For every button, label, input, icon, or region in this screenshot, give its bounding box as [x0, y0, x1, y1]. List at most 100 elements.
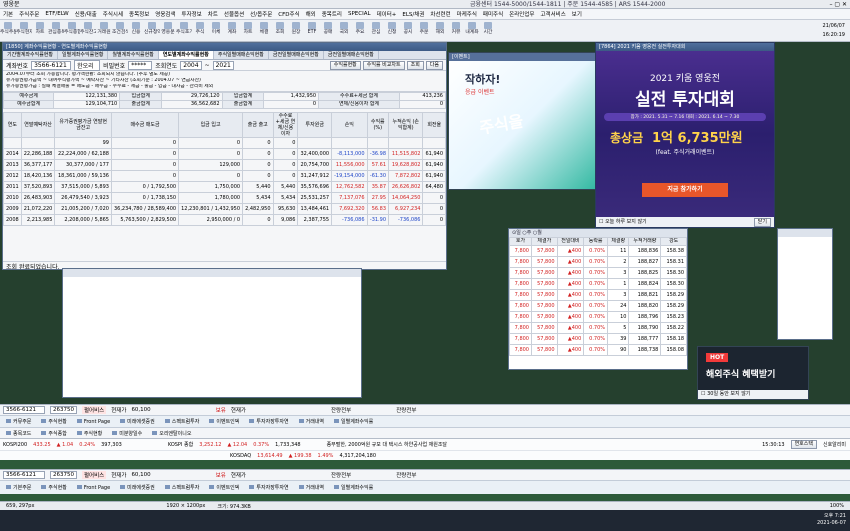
toolbar-button-4[interactable]: 주식종합 [64, 20, 80, 41]
toolbar-button-11[interactable]: 주식호가 [176, 20, 192, 41]
query-button-2[interactable]: 조회 [406, 60, 424, 70]
quick-item-5[interactable]: 이벤트인덱 [209, 484, 239, 491]
toolbar-button-5[interactable]: 주식잔고 [80, 20, 96, 41]
orderbook-row[interactable]: 7,800 57,800 ▲400 0.70% 3 188,821 158.29 [509, 289, 687, 301]
quick-item-0[interactable]: 기본주문 [6, 484, 31, 491]
menu-item-3[interactable]: 신용/대출 [72, 10, 100, 18]
query-button-3[interactable]: 다음 [425, 60, 443, 70]
toolbar-button-18[interactable]: 원장 [288, 20, 304, 41]
toolbar-button-23[interactable]: 관심 [368, 20, 384, 41]
toolbar-button-2[interactable]: 차트 [32, 20, 48, 41]
table-row[interactable]: 2009 21,072,220 21,005,200 / 7,020 36,234,7… [3, 203, 446, 215]
toolbar-button-21[interactable]: 국외 [336, 20, 352, 41]
menu-item-16[interactable]: ELS/채권 [399, 10, 427, 18]
table-row[interactable]: 2013 36,377,177 30,377,000 / 177 0 129,000 0 0… [3, 159, 446, 171]
menu-item-7[interactable]: 투자정보 [179, 10, 205, 18]
menu-item-6[interactable]: 영웅검색 [152, 10, 178, 18]
event-close-button[interactable]: 닫기 [753, 218, 771, 227]
toolbar-button-25[interactable]: 공시 [400, 20, 416, 41]
menu-item-9[interactable]: 선물옵션 [221, 10, 247, 18]
tab-1[interactable]: 일별계좌수익률현황 [58, 51, 109, 59]
quick-item-4[interactable]: 스펙트럼투자 [164, 484, 199, 491]
promo-window[interactable]: [이벤트] 작하자! 응급 이벤트 주식을 [448, 52, 596, 190]
menu-item-4[interactable]: 주식시세 [100, 10, 126, 18]
menu-item-12[interactable]: 해외 [303, 10, 319, 18]
tab-5[interactable]: 금전일별매매손익현황 [269, 51, 324, 59]
table-row[interactable]: 2012 18,420,136 18,361,000 / 59,136 0 0 0 0 31,… [3, 170, 446, 182]
toolbar-button-24[interactable]: 신청 [384, 20, 400, 41]
menu-item-0[interactable]: 기본 [0, 10, 16, 18]
password-input[interactable]: ***** [128, 60, 153, 70]
account-input[interactable]: 3566-6121 [31, 60, 72, 70]
toolbar-button-17[interactable]: 조회 [272, 20, 288, 41]
query-button-1[interactable]: 수익률 비교차트 [362, 60, 405, 70]
quick-item-4[interactable]: 오리엔탈이니오 [152, 430, 191, 437]
quick-item-3[interactable]: 미래에셋증권 [120, 418, 155, 425]
quick-item-1[interactable]: 주식종합 [41, 430, 67, 437]
table-row[interactable]: 2008 2,213,985 2,208,000 / 5,865 5,763,500 … [3, 214, 446, 226]
orderbook-row[interactable]: 7,800 57,800 ▲400 0.70% 1 188,824 158.30 [509, 278, 687, 290]
toolbar-button-27[interactable]: 해외 [432, 20, 448, 41]
menu-item-19[interactable]: 패미주식 [480, 10, 506, 18]
orderbook-row[interactable]: 7,800 57,800 ▲400 0.70% 11 188,836 158.38 [509, 245, 687, 257]
quick-item-7[interactable]: 거래내역 [298, 484, 324, 491]
quick-item-2[interactable]: 주식현황 [76, 430, 102, 437]
table-row[interactable]: 2014 22,286,188 22,224,000 / 62,188 0 0 0 0 32,… [3, 148, 446, 160]
menu-item-8[interactable]: 차트 [205, 10, 221, 18]
toolbar-button-9[interactable]: 신규청약 [144, 20, 160, 41]
menu-item-21[interactable]: 고객서비스 [537, 10, 568, 18]
orderbook-row[interactable]: 7,800 57,800 ▲400 0.70% 10 188,796 158.23 [509, 311, 687, 323]
toolbar-button-8[interactable]: 신용 [128, 20, 144, 41]
menu-item-18[interactable]: 마케주식 [454, 10, 480, 18]
menu-item-20[interactable]: 온라인업무 [506, 10, 537, 18]
orderbook-window[interactable]: ⊙일 ○주 ○월 호가 체결가 전일대비 등락률 체결량 누적거래량 강도 7,800 57,… [508, 228, 688, 370]
menu-item-5[interactable]: 종목정보 [126, 10, 152, 18]
quick-item-3[interactable]: 미래에셋증권 [120, 484, 155, 491]
toolbar-button-15[interactable]: 차트 [240, 20, 256, 41]
year-to-input[interactable]: 2021 [212, 60, 234, 70]
menu-item-14[interactable]: SPECIAL [345, 11, 374, 17]
side-list-window[interactable] [777, 228, 833, 340]
table-row[interactable]: 2011 37,520,893 37,515,000 / 5,893 0 / 1,79… [3, 181, 446, 193]
order-code-input[interactable]: 263750 [50, 406, 77, 414]
toolbar-button-13[interactable]: 이체 [208, 20, 224, 41]
event-window[interactable]: [7864] 2021 키움 영웅전 실전투자대회 2021 키움 영웅전 실전… [595, 42, 775, 228]
quick-item-1[interactable]: 주식현황 [41, 484, 67, 491]
quick-item-0[interactable]: 종목코드 [6, 430, 31, 437]
quick-item-7[interactable]: 거래내역 [298, 418, 324, 425]
menu-item-15[interactable]: 데이터+ [374, 10, 400, 18]
order2-account-input[interactable]: 3566-6121 [3, 471, 45, 479]
quick-item-2[interactable]: Front Page [76, 418, 110, 425]
news-headline[interactable]: 종부펄한, 2000억원 규모 대 택시스 하얀공사업 재원조달 [327, 441, 447, 448]
toolbar-button-14[interactable]: 계좌 [224, 20, 240, 41]
quick-item-8[interactable]: 일별계좌수익률 [334, 418, 373, 425]
news-button[interactable]: 연호스택 [790, 440, 817, 449]
quick-item-6[interactable]: 투자자장투자연 [249, 418, 289, 425]
toolbar-button-30[interactable]: 시간 [480, 20, 496, 41]
orderbook-row[interactable]: 7,800 57,800 ▲400 0.70% 24 188,820 158.29 [509, 300, 687, 312]
menu-item-11[interactable]: CFD주식 [275, 10, 302, 18]
table-row[interactable]: 2010 26,483,903 26,479,540 / 3,923 0 / 1,73… [3, 192, 446, 204]
toolbar-button-16[interactable]: 체결 [256, 20, 272, 41]
quick-item-5[interactable]: 이벤트인덱 [209, 418, 239, 425]
menu-item-1[interactable]: 주식주문 [16, 10, 42, 18]
quick-item-0[interactable]: 커뮤주문 [6, 418, 31, 425]
event-cta-button[interactable]: 지금 참가하기 [642, 183, 728, 197]
toolbar-button-12[interactable]: 주식 [192, 20, 208, 41]
toolbar-button-0[interactable]: 주식주문 [0, 20, 16, 41]
toolbar-button-10[interactable]: 영웅문 [160, 20, 176, 41]
toolbar-button-29[interactable]: 내계좌 [464, 20, 480, 41]
quick-item-6[interactable]: 투자자장투자연 [249, 484, 289, 491]
toolbar-button-19[interactable]: ETF [304, 20, 320, 41]
quick-item-2[interactable]: Front Page [76, 484, 110, 491]
quick-item-3[interactable]: 미분양일수 [112, 430, 142, 437]
toolbar-button-22[interactable]: 주요 [352, 20, 368, 41]
quick-item-4[interactable]: 스펙트럼투자 [164, 418, 199, 425]
menu-item-17[interactable]: 차선련런 [427, 10, 453, 18]
orderbook-row[interactable]: 7,800 57,800 ▲400 0.70% 39 188,777 158.18 [509, 333, 687, 345]
quick-item-1[interactable]: 주식현황 [41, 418, 67, 425]
orderbook-row[interactable]: 7,800 57,800 ▲400 0.70% 5 188,790 158.22 [509, 322, 687, 334]
toolbar-button-1[interactable]: 주식현재가 [16, 20, 32, 41]
zoom-level[interactable]: 100% [824, 503, 850, 509]
tab-2[interactable]: 월별계좌수익률현황 [108, 51, 159, 59]
